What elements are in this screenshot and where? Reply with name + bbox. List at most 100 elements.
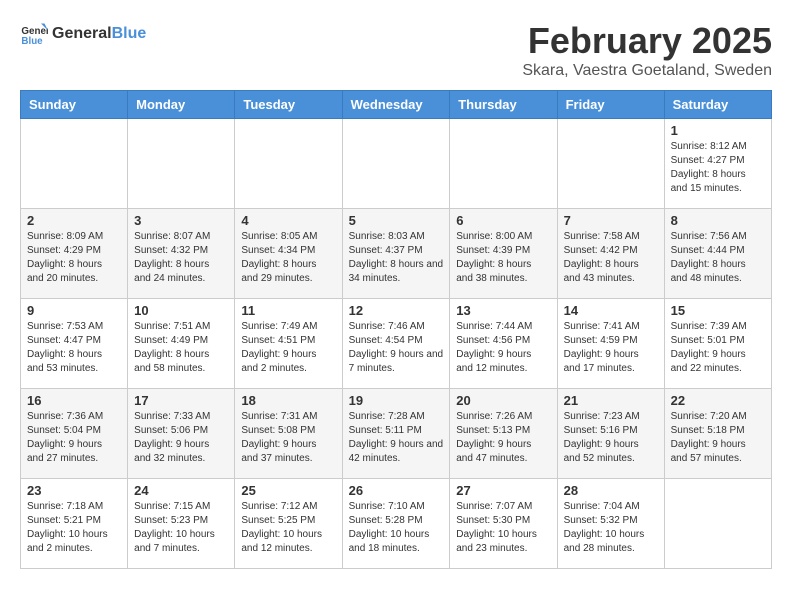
calendar-cell: 22Sunrise: 7:20 AM Sunset: 5:18 PM Dayli… bbox=[664, 389, 771, 479]
day-number: 23 bbox=[27, 483, 121, 498]
day-info: Sunrise: 7:28 AM Sunset: 5:11 PM Dayligh… bbox=[349, 410, 444, 466]
calendar-week-row: 2 Sunrise: 8:09 AM Sunset: 4:29 PM Daylig… bbox=[21, 209, 772, 299]
calendar-cell: 4 Sunrise: 8:05 AM Sunset: 4:34 PM Daylig… bbox=[235, 209, 342, 299]
day-info: Sunrise: 8:09 AM Sunset: 4:29 PM Dayligh… bbox=[27, 230, 121, 286]
day-number: 9 bbox=[27, 303, 121, 318]
day-info: Sunrise: 8:12 AM Sunset: 4:27 PM Dayligh… bbox=[671, 140, 765, 196]
day-number: 16 bbox=[27, 393, 121, 408]
day-info: Sunrise: 8:00 AM Sunset: 4:39 PM Dayligh… bbox=[456, 230, 550, 286]
day-info: Sunrise: 7:49 AM Sunset: 4:51 PM Dayligh… bbox=[241, 320, 335, 376]
day-number: 19 bbox=[349, 393, 444, 408]
day-number: 11 bbox=[241, 303, 335, 318]
calendar-cell: 16 Sunrise: 7:36 AM Sunset: 5:04 PM Dayli… bbox=[21, 389, 128, 479]
calendar-cell: 17Sunrise: 7:33 AM Sunset: 5:06 PM Dayli… bbox=[128, 389, 235, 479]
calendar-header-tuesday: Tuesday bbox=[235, 91, 342, 119]
day-number: 10 bbox=[134, 303, 228, 318]
calendar-header-saturday: Saturday bbox=[664, 91, 771, 119]
calendar-header-friday: Friday bbox=[557, 91, 664, 119]
logo: General Blue GeneralBlue bbox=[20, 20, 146, 48]
day-number: 12 bbox=[349, 303, 444, 318]
calendar-cell: 19 Sunrise: 7:28 AM Sunset: 5:11 PM Dayli… bbox=[342, 389, 450, 479]
calendar-cell: 9 Sunrise: 7:53 AM Sunset: 4:47 PM Daylig… bbox=[21, 299, 128, 389]
calendar-cell: 7Sunrise: 7:58 AM Sunset: 4:42 PM Daylig… bbox=[557, 209, 664, 299]
day-info: Sunrise: 7:31 AM Sunset: 5:08 PM Dayligh… bbox=[241, 410, 335, 466]
day-info: Sunrise: 7:26 AM Sunset: 5:13 PM Dayligh… bbox=[456, 410, 550, 466]
day-number: 20 bbox=[456, 393, 550, 408]
calendar-cell bbox=[21, 119, 128, 209]
title-area: February 2025 Skara, Vaestra Goetaland, … bbox=[522, 20, 772, 80]
calendar-cell: 21 Sunrise: 7:23 AM Sunset: 5:16 PM Dayli… bbox=[557, 389, 664, 479]
calendar-cell bbox=[128, 119, 235, 209]
svg-text:Blue: Blue bbox=[21, 36, 43, 47]
calendar-cell: 12 Sunrise: 7:46 AM Sunset: 4:54 PM Dayli… bbox=[342, 299, 450, 389]
location-title: Skara, Vaestra Goetaland, Sweden bbox=[522, 62, 772, 80]
day-number: 13 bbox=[456, 303, 550, 318]
day-number: 15 bbox=[671, 303, 765, 318]
day-info: Sunrise: 7:46 AM Sunset: 4:54 PM Dayligh… bbox=[349, 320, 444, 376]
day-info: Sunrise: 7:10 AM Sunset: 5:28 PM Dayligh… bbox=[349, 500, 444, 556]
day-number: 18 bbox=[241, 393, 335, 408]
calendar-header-monday: Monday bbox=[128, 91, 235, 119]
day-number: 14 bbox=[564, 303, 658, 318]
calendar-header-row: SundayMondayTuesdayWednesdayThursdayFrid… bbox=[21, 91, 772, 119]
calendar-week-row: 1Sunrise: 8:12 AM Sunset: 4:27 PM Daylig… bbox=[21, 119, 772, 209]
calendar-cell bbox=[557, 119, 664, 209]
calendar-week-row: 16 Sunrise: 7:36 AM Sunset: 5:04 PM Dayli… bbox=[21, 389, 772, 479]
calendar-cell: 6Sunrise: 8:00 AM Sunset: 4:39 PM Daylig… bbox=[450, 209, 557, 299]
calendar-cell: 27 Sunrise: 7:07 AM Sunset: 5:30 PM Dayli… bbox=[450, 479, 557, 569]
calendar-cell: 20 Sunrise: 7:26 AM Sunset: 5:13 PM Dayli… bbox=[450, 389, 557, 479]
day-info: Sunrise: 8:03 AM Sunset: 4:37 PM Dayligh… bbox=[349, 230, 444, 286]
day-info: Sunrise: 7:58 AM Sunset: 4:42 PM Dayligh… bbox=[564, 230, 658, 286]
day-number: 24 bbox=[134, 483, 228, 498]
calendar-cell: 26 Sunrise: 7:10 AM Sunset: 5:28 PM Dayli… bbox=[342, 479, 450, 569]
day-info: Sunrise: 8:07 AM Sunset: 4:32 PM Dayligh… bbox=[134, 230, 228, 286]
calendar-cell: 23 Sunrise: 7:18 AM Sunset: 5:21 PM Dayli… bbox=[21, 479, 128, 569]
day-info: Sunrise: 7:20 AM Sunset: 5:18 PM Dayligh… bbox=[671, 410, 765, 466]
calendar-cell bbox=[450, 119, 557, 209]
logo-text: GeneralBlue bbox=[52, 25, 146, 43]
calendar-cell: 13 Sunrise: 7:44 AM Sunset: 4:56 PM Dayli… bbox=[450, 299, 557, 389]
calendar-cell: 11 Sunrise: 7:49 AM Sunset: 4:51 PM Dayli… bbox=[235, 299, 342, 389]
calendar-cell: 8 Sunrise: 7:56 AM Sunset: 4:44 PM Daylig… bbox=[664, 209, 771, 299]
day-number: 21 bbox=[564, 393, 658, 408]
calendar-cell: 15 Sunrise: 7:39 AM Sunset: 5:01 PM Dayli… bbox=[664, 299, 771, 389]
day-number: 17 bbox=[134, 393, 228, 408]
day-info: Sunrise: 7:36 AM Sunset: 5:04 PM Dayligh… bbox=[27, 410, 121, 466]
day-number: 27 bbox=[456, 483, 550, 498]
day-number: 8 bbox=[671, 213, 765, 228]
day-number: 2 bbox=[27, 213, 121, 228]
calendar-header-wednesday: Wednesday bbox=[342, 91, 450, 119]
day-info: Sunrise: 7:04 AM Sunset: 5:32 PM Dayligh… bbox=[564, 500, 658, 556]
calendar-cell: 18 Sunrise: 7:31 AM Sunset: 5:08 PM Dayli… bbox=[235, 389, 342, 479]
day-info: Sunrise: 7:18 AM Sunset: 5:21 PM Dayligh… bbox=[27, 500, 121, 556]
day-info: Sunrise: 8:05 AM Sunset: 4:34 PM Dayligh… bbox=[241, 230, 335, 286]
calendar-table: SundayMondayTuesdayWednesdayThursdayFrid… bbox=[20, 90, 772, 569]
day-number: 26 bbox=[349, 483, 444, 498]
day-info: Sunrise: 7:39 AM Sunset: 5:01 PM Dayligh… bbox=[671, 320, 765, 376]
day-info: Sunrise: 7:53 AM Sunset: 4:47 PM Dayligh… bbox=[27, 320, 121, 376]
calendar-header-thursday: Thursday bbox=[450, 91, 557, 119]
day-info: Sunrise: 7:56 AM Sunset: 4:44 PM Dayligh… bbox=[671, 230, 765, 286]
day-info: Sunrise: 7:07 AM Sunset: 5:30 PM Dayligh… bbox=[456, 500, 550, 556]
day-info: Sunrise: 7:15 AM Sunset: 5:23 PM Dayligh… bbox=[134, 500, 228, 556]
calendar-cell: 10 Sunrise: 7:51 AM Sunset: 4:49 PM Dayli… bbox=[128, 299, 235, 389]
calendar-cell: 5 Sunrise: 8:03 AM Sunset: 4:37 PM Daylig… bbox=[342, 209, 450, 299]
calendar-cell: 2 Sunrise: 8:09 AM Sunset: 4:29 PM Daylig… bbox=[21, 209, 128, 299]
calendar-cell bbox=[342, 119, 450, 209]
day-info: Sunrise: 7:12 AM Sunset: 5:25 PM Dayligh… bbox=[241, 500, 335, 556]
day-info: Sunrise: 7:44 AM Sunset: 4:56 PM Dayligh… bbox=[456, 320, 550, 376]
calendar-header-sunday: Sunday bbox=[21, 91, 128, 119]
calendar-cell bbox=[664, 479, 771, 569]
month-title: February 2025 bbox=[522, 20, 772, 62]
day-info: Sunrise: 7:41 AM Sunset: 4:59 PM Dayligh… bbox=[564, 320, 658, 376]
day-number: 25 bbox=[241, 483, 335, 498]
calendar-cell: 3Sunrise: 8:07 AM Sunset: 4:32 PM Daylig… bbox=[128, 209, 235, 299]
day-number: 4 bbox=[241, 213, 335, 228]
calendar-week-row: 23 Sunrise: 7:18 AM Sunset: 5:21 PM Dayli… bbox=[21, 479, 772, 569]
day-info: Sunrise: 7:23 AM Sunset: 5:16 PM Dayligh… bbox=[564, 410, 658, 466]
day-info: Sunrise: 7:51 AM Sunset: 4:49 PM Dayligh… bbox=[134, 320, 228, 376]
day-number: 5 bbox=[349, 213, 444, 228]
day-number: 28 bbox=[564, 483, 658, 498]
calendar-cell: 1Sunrise: 8:12 AM Sunset: 4:27 PM Daylig… bbox=[664, 119, 771, 209]
calendar-cell: 25 Sunrise: 7:12 AM Sunset: 5:25 PM Dayli… bbox=[235, 479, 342, 569]
